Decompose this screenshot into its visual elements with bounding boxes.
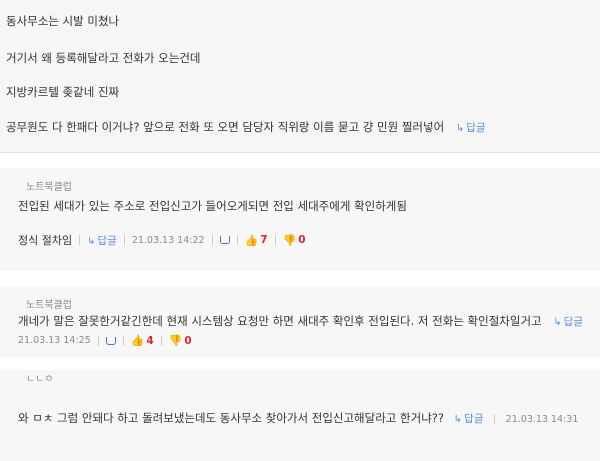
comment-author[interactable]: 노트북클럽 — [26, 178, 72, 193]
post-line-2: 거기서 왜 등록해달라고 전화가 오는건데 — [6, 51, 201, 65]
thumbs-up-icon[interactable]: 👍 — [131, 334, 145, 347]
post-line-1: 동사무소는 시발 미쳤나 — [6, 14, 120, 28]
upvote-count: 7 — [260, 234, 268, 246]
reply-label: 답글 — [97, 234, 117, 247]
report-icon[interactable] — [105, 336, 116, 345]
post-line-4-text: 공무원도 다 한패다 이거냐? 앞으로 전화 또 오면 담당자 직위랑 이름 묻… — [6, 120, 445, 134]
comment-body-text: 개네가 말은 잘못한거같긴한데 현재 시스템상 요청만 하면 새대주 확인후 전… — [18, 314, 542, 328]
comment-date: 21.03.13 14:31 — [505, 414, 579, 425]
comment-body: 개네가 말은 잘못한거같긴한데 현재 시스템상 요청만 하면 새대주 확인후 전… — [18, 313, 583, 329]
comment-body: 와 ㅁㅊ 그럼 안돼다 하고 돌려보냈는데도 동사무소 찾아가서 전입신고해달라… — [18, 410, 578, 426]
comment-body: 전입된 세대가 있는 주소로 전입신고가 들어오게되면 전입 세대주에게 확인하… — [18, 199, 407, 213]
comment-meta: 정식 절차임 ↳ 답글 21.03.13 14:22 👍 7 👎 0 — [18, 232, 306, 248]
divider — [274, 235, 276, 245]
divider — [211, 235, 213, 245]
comment: ㄴㄴㅇ 와 ㅁㅊ 그럼 안돼다 하고 돌려보냈는데도 동사무소 찾아가서 전입신… — [0, 370, 600, 461]
reply-button[interactable]: ↳ 답글 — [553, 314, 583, 328]
reply-label: 답글 — [563, 316, 583, 328]
downvote-count: 0 — [184, 334, 192, 347]
post-block: 동사무소는 시발 미쳤나 거기서 왜 등록해달라고 전화가 오는건데 지방카르텔… — [0, 0, 600, 153]
comment: 노트북클럽 전입된 세대가 있는 주소로 전입신고가 들어오게되면 전입 세대주… — [0, 168, 600, 271]
report-icon[interactable] — [219, 236, 230, 244]
comment-body-text: 와 ㅁㅊ 그럼 안돼다 하고 돌려보냈는데도 동사무소 찾아가서 전입신고해달라… — [18, 411, 444, 425]
comment-author[interactable]: 노트북클럽 — [26, 296, 72, 311]
comment-date: 21.03.13 14:22 — [131, 234, 205, 246]
thumbs-up-icon[interactable]: 👍 — [245, 234, 259, 247]
reply-button[interactable]: ↳ 답글 — [454, 411, 484, 425]
comment-date: 21.03.13 14:25 — [18, 335, 91, 346]
reply-arrow-icon: ↳ — [453, 414, 463, 425]
divider — [122, 335, 124, 346]
comment-body-extra: 정식 절차임 — [18, 234, 73, 247]
reply-label: 답글 — [466, 122, 486, 134]
post-line-4: 공무원도 다 한패다 이거냐? 앞으로 전화 또 오면 담당자 직위랑 이름 묻… — [6, 119, 486, 135]
thumbs-down-icon[interactable]: 👎 — [283, 234, 297, 247]
divider — [123, 235, 125, 245]
divider — [97, 335, 99, 346]
thumbs-down-icon[interactable]: 👎 — [169, 334, 183, 347]
comment-meta: 21.03.13 14:25 👍 4 👎 0 — [18, 334, 192, 347]
reply-button[interactable]: ↳ 답글 — [87, 233, 117, 248]
reply-button[interactable]: ↳ 답글 — [456, 120, 486, 134]
reply-arrow-icon: ↳ — [455, 123, 465, 134]
reply-label: 답글 — [464, 413, 484, 425]
post-line-3: 지방카르텔 좆같네 진짜 — [6, 85, 120, 99]
reply-arrow-icon: ↳ — [87, 235, 96, 247]
divider — [160, 335, 162, 346]
divider — [79, 235, 81, 245]
downvote-count: 0 — [298, 234, 306, 246]
divider — [236, 235, 238, 245]
comment-author[interactable]: ㄴㄴㅇ — [26, 370, 54, 385]
divider — [494, 413, 496, 424]
upvote-count: 4 — [146, 334, 154, 347]
comment: 노트북클럽 개네가 말은 잘못한거같긴한데 현재 시스템상 요청만 하면 새대주… — [0, 286, 600, 357]
reply-arrow-icon: ↳ — [553, 317, 562, 328]
